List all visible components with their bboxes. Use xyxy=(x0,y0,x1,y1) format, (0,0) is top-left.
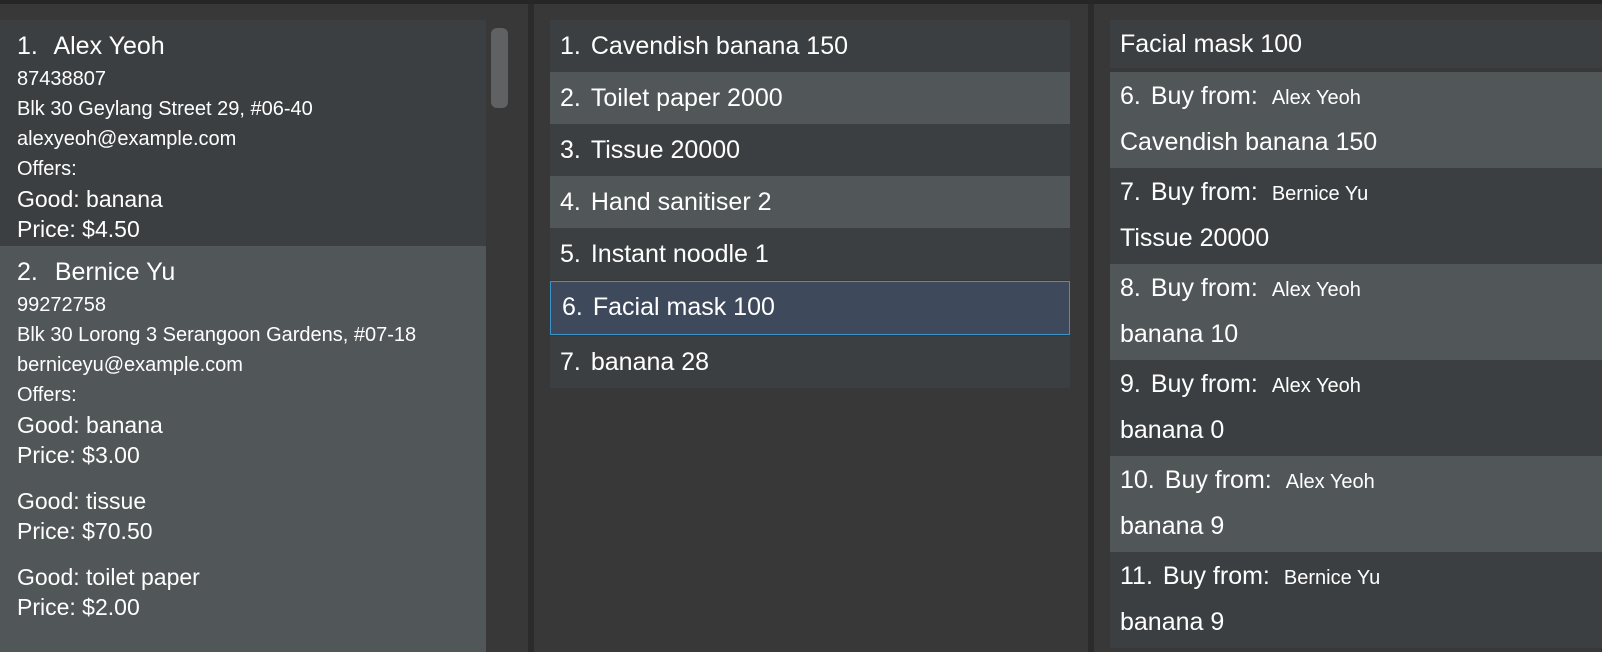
goods-index: 1. xyxy=(560,32,581,60)
transaction-seller: Alex Yeoh xyxy=(1271,279,1361,301)
person-address: Blk 30 Geylang Street 29, #06-40 xyxy=(17,98,313,120)
offer-price: Price: $4.50 xyxy=(17,216,140,242)
person-list-scrollbar-thumb[interactable] xyxy=(491,28,508,108)
person-email: berniceyu@example.com xyxy=(17,354,243,376)
goods-list-item[interactable]: 7. banana 28 xyxy=(550,336,1070,388)
goods-label: Cavendish banana 150 xyxy=(590,32,849,60)
buy-from-label: Buy from: xyxy=(1150,370,1258,398)
person-index: 2. xyxy=(17,258,38,286)
buy-from-label: Buy from: xyxy=(1150,82,1258,110)
transaction-detail: banana 10 xyxy=(1120,320,1239,348)
person-card[interactable]: 1. Alex Yeoh 87438807 Blk 30 Geylang Str… xyxy=(0,20,486,246)
goods-label: Hand sanitiser 2 xyxy=(590,188,772,216)
goods-label: Instant noodle 1 xyxy=(590,240,769,268)
person-index: 1. xyxy=(17,32,38,60)
transaction-seller: Alex Yeoh xyxy=(1285,471,1375,493)
offer-block: Good: banana Price: $4.50 xyxy=(17,184,469,244)
goods-list-panel[interactable]: 1. Cavendish banana 150 2. Toilet paper 20… xyxy=(534,4,1088,652)
buy-from-label: Buy from: xyxy=(1150,178,1258,206)
transaction-index: 6. xyxy=(1120,82,1141,110)
person-card[interactable]: 2. Bernice Yu 99272758 Blk 30 Lorong 3 S… xyxy=(0,246,486,652)
transaction-seller: Bernice Yu xyxy=(1271,183,1369,205)
transaction-item[interactable]: 7. Buy from: Bernice Yu Tissue 20000 xyxy=(1110,168,1602,264)
person-name-row: 1. Alex Yeoh xyxy=(17,30,469,62)
offer-price: Price: $3.00 xyxy=(17,442,140,468)
transaction-item[interactable]: 10. Buy from: Alex Yeoh banana 9 xyxy=(1110,456,1602,552)
goods-list-item[interactable]: 1. Cavendish banana 150 xyxy=(550,20,1070,72)
goods-index: 5. xyxy=(560,240,581,268)
buy-from-label: Buy from: xyxy=(1150,274,1258,302)
transaction-detail: banana 9 xyxy=(1120,608,1225,636)
goods-index: 7. xyxy=(560,348,581,376)
goods-list-item[interactable]: 4. Hand sanitiser 2 xyxy=(550,176,1070,228)
person-phone: 99272758 xyxy=(17,294,106,316)
goods-label: banana 28 xyxy=(590,348,710,376)
transaction-detail: banana 0 xyxy=(1120,416,1225,444)
transaction-item[interactable]: 8. Buy from: Alex Yeoh banana 10 xyxy=(1110,264,1602,360)
goods-index: 6. xyxy=(562,293,583,321)
person-name: Bernice Yu xyxy=(54,258,176,286)
transaction-detail: banana 9 xyxy=(1120,512,1225,540)
person-list-panel[interactable]: 1. Alex Yeoh 87438807 Blk 30 Geylang Str… xyxy=(0,4,528,652)
transaction-header: 8. Buy from: Alex Yeoh xyxy=(1120,264,1602,312)
transaction-header: 10. Buy from: Alex Yeoh xyxy=(1120,456,1602,504)
person-phone: 87438807 xyxy=(17,68,106,90)
transaction-item[interactable]: 6. Buy from: Alex Yeoh Cavendish banana 15… xyxy=(1110,72,1602,168)
transaction-partial-detail: Facial mask 100 xyxy=(1110,20,1602,68)
goods-label: Tissue 20000 xyxy=(590,136,741,164)
transaction-detail: Cavendish banana 150 xyxy=(1120,128,1378,156)
buy-from-label: Buy from: xyxy=(1162,562,1270,590)
goods-label: Toilet paper 2000 xyxy=(590,84,783,112)
transaction-seller: Alex Yeoh xyxy=(1271,375,1361,397)
transaction-seller: Bernice Yu xyxy=(1283,567,1381,589)
transaction-list-panel[interactable]: Facial mask 100 6. Buy from: Alex Yeoh Cav… xyxy=(1094,4,1602,652)
goods-index: 2. xyxy=(560,84,581,112)
transaction-index: 9. xyxy=(1120,370,1141,398)
transaction-item[interactable]: 9. Buy from: Alex Yeoh banana 0 xyxy=(1110,360,1602,456)
transaction-index: 8. xyxy=(1120,274,1141,302)
offers-label: Offers: xyxy=(17,384,77,406)
person-address: Blk 30 Lorong 3 Serangoon Gardens, #07-1… xyxy=(17,324,417,346)
goods-index: 3. xyxy=(560,136,581,164)
offer-good: Good: banana xyxy=(17,186,163,212)
goods-list-item[interactable]: 5. Instant noodle 1 xyxy=(550,228,1070,280)
transaction-seller: Alex Yeoh xyxy=(1271,87,1361,109)
transaction-index: 11. xyxy=(1120,562,1153,590)
person-name: Alex Yeoh xyxy=(53,32,165,60)
offer-good: Good: tissue xyxy=(17,488,147,514)
offer-good: Good: banana xyxy=(17,412,163,438)
buy-from-label: Buy from: xyxy=(1164,466,1272,494)
offer-block: Good: banana Price: $3.00 xyxy=(17,410,469,470)
transaction-index: 7. xyxy=(1120,178,1141,206)
offer-block: Good: toilet paper Price: $2.00 xyxy=(17,562,469,622)
transaction-header: 11. Buy from: Bernice Yu xyxy=(1120,552,1602,600)
offers-label: Offers: xyxy=(17,158,77,180)
offer-price: Price: $2.00 xyxy=(17,594,140,620)
goods-list-item[interactable]: 3. Tissue 20000 xyxy=(550,124,1070,176)
transaction-detail: Tissue 20000 xyxy=(1120,224,1270,252)
transaction-index: 10. xyxy=(1120,466,1155,494)
offer-block: Good: tissue Price: $70.50 xyxy=(17,486,469,546)
goods-list-item-selected[interactable]: 6. Facial mask 100 xyxy=(550,281,1070,335)
person-email: alexyeoh@example.com xyxy=(17,128,237,150)
person-name-row: 2. Bernice Yu xyxy=(17,256,469,288)
goods-index: 4. xyxy=(560,188,581,216)
offer-good: Good: toilet paper xyxy=(17,564,200,590)
transaction-header: 6. Buy from: Alex Yeoh xyxy=(1120,72,1602,120)
goods-list-item[interactable]: 2. Toilet paper 2000 xyxy=(550,72,1070,124)
transaction-header: 9. Buy from: Alex Yeoh xyxy=(1120,360,1602,408)
goods-label: Facial mask 100 xyxy=(592,293,775,321)
transaction-item[interactable]: 11. Buy from: Bernice Yu banana 9 xyxy=(1110,552,1602,648)
offer-price: Price: $70.50 xyxy=(17,518,153,544)
transaction-header: 7. Buy from: Bernice Yu xyxy=(1120,168,1602,216)
